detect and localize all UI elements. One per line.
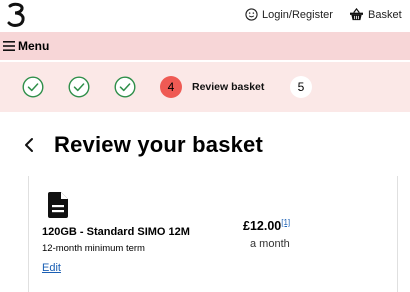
menu-bar: Menu	[0, 32, 410, 60]
top-bar: Login/Register Basket	[0, 0, 410, 32]
price-period: a month	[250, 238, 290, 250]
smiley-user-icon	[245, 8, 258, 21]
chevron-left-icon[interactable]	[22, 137, 36, 153]
menu-label: Menu	[18, 39, 50, 53]
login-register-label: Login/Register	[262, 8, 333, 21]
step-current-label: Review basket	[192, 81, 265, 93]
step-2-check-icon	[68, 76, 90, 98]
hamburger-icon	[3, 41, 15, 51]
price-footnote-link[interactable]: [1]	[281, 218, 290, 227]
step-current: 4 Review basket	[160, 76, 264, 98]
document-icon	[48, 192, 68, 218]
step-1-check-icon	[22, 76, 44, 98]
checkout-progress: 4 Review basket 5	[0, 62, 410, 112]
three-logo-icon[interactable]	[4, 1, 30, 29]
product-price: £12.00[1]	[243, 218, 290, 233]
step-current-number: 4	[160, 76, 182, 98]
product-name: 120GB - Standard SIMO 12M	[42, 226, 190, 238]
basket-icon	[350, 8, 363, 21]
login-register-link[interactable]: Login/Register	[245, 8, 333, 21]
basket-label: Basket	[368, 8, 402, 21]
step-3-check-icon	[114, 76, 136, 98]
basket-link[interactable]: Basket	[349, 8, 402, 21]
price-amount: £12.00	[243, 219, 282, 234]
page-header: Review your basket	[22, 132, 263, 158]
basket-item-card: 120GB - Standard SIMO 12M 12-month minim…	[28, 176, 398, 292]
product-term: 12-month minimum term	[42, 243, 145, 254]
page-title: Review your basket	[54, 132, 264, 157]
step-next-number: 5	[290, 76, 312, 98]
menu-button[interactable]: Menu	[3, 39, 49, 53]
edit-link[interactable]: Edit	[42, 262, 61, 274]
